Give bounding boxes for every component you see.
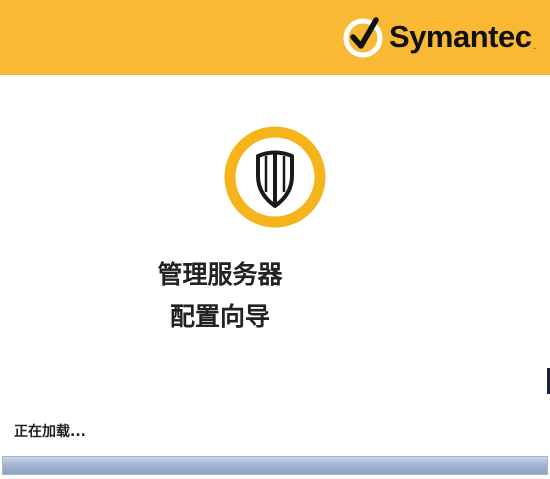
brand-trademark: . — [533, 41, 536, 51]
loading-progress-bar — [2, 456, 548, 475]
checkmark-logo-icon — [343, 17, 383, 58]
brand-name: Symantec — [389, 19, 532, 54]
title-line-1: 管理服务器 — [157, 260, 283, 289]
wizard-title: 管理服务器 配置向导 — [120, 254, 320, 338]
progress-fill — [3, 457, 547, 474]
symantec-logo: Symantec . — [341, 14, 536, 60]
title-line-2: 配置向导 — [169, 302, 270, 331]
header-banner: Symantec . — [0, 0, 550, 75]
loading-status: 正在加载... — [14, 424, 86, 440]
shield-icon — [224, 126, 326, 228]
